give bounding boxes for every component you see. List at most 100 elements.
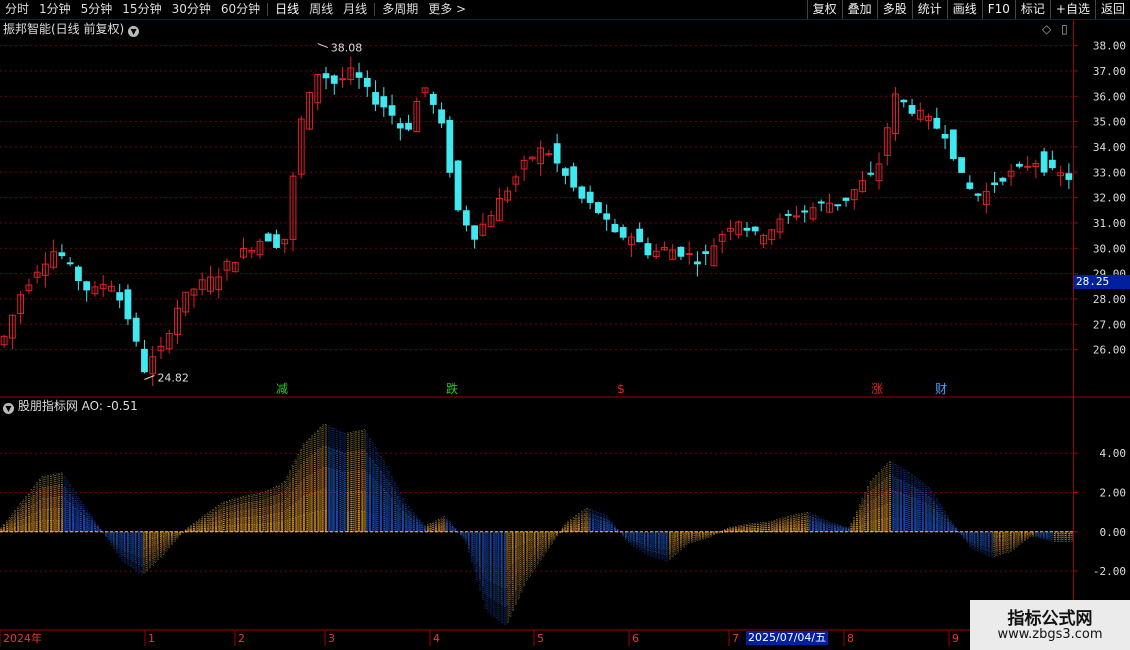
panel-icon[interactable]: ▯ [1061, 22, 1068, 36]
candle-down [116, 292, 124, 301]
tab-period-1[interactable]: 1分钟 [34, 0, 76, 19]
tab-period-6[interactable]: 日线 [270, 0, 304, 19]
candle-down [124, 289, 132, 320]
candle-down [561, 168, 569, 176]
candle-down [132, 317, 140, 342]
tool-button-2[interactable]: 多股 [876, 0, 912, 19]
candle-down [553, 143, 561, 164]
main-tick-label: 27.00 [1093, 318, 1126, 331]
tab-period-7[interactable]: 周线 [304, 0, 338, 19]
tool-button-6[interactable]: 标记 [1014, 0, 1050, 19]
candle-down [471, 225, 478, 240]
candle-down [900, 99, 908, 103]
event-marker: $ [617, 382, 625, 396]
diamond-icon[interactable]: ◇ [1042, 22, 1051, 36]
candle-down [363, 77, 371, 87]
indicator-title: 股朋指标网 AO: -0.51 [17, 399, 138, 413]
cursor-date-badge: 2025/07/04/五 [746, 631, 829, 645]
chevron-down-icon[interactable]: ▼ [128, 26, 140, 37]
ao-bar [151, 531, 154, 566]
ao-bar [1013, 531, 1015, 550]
ao-bar [520, 531, 523, 593]
top-toolbar: 分时 1分钟 5分钟 15分钟 30分钟 60分钟 日线 周线 月线 多周期 更多 > 复权 叠加 多股… [0, 0, 1130, 20]
ao-bar [812, 513, 814, 532]
candle-down [322, 73, 330, 79]
x-tick-label: 6 [632, 632, 639, 645]
ao-bar [113, 531, 115, 550]
stock-title: 振邦智能(日线 前复权) [3, 22, 125, 36]
chevron-down-icon[interactable]: ▼ [3, 403, 14, 414]
tab-period-10[interactable]: 更多 > [423, 0, 471, 19]
ao-bar [105, 531, 107, 538]
tab-period-4[interactable]: 30分钟 [167, 0, 216, 19]
candle-down [784, 213, 792, 216]
ao-bar [704, 531, 707, 539]
tool-button-7[interactable]: +自选 [1049, 0, 1095, 19]
candle-down [1065, 173, 1073, 180]
tool-button-4[interactable]: 画线 [946, 0, 982, 19]
ao-bar [966, 531, 968, 543]
ao-bar [96, 524, 99, 532]
ao-bar [129, 531, 132, 567]
indicator-tick-label: 0.00 [1100, 526, 1127, 539]
ao-bar [636, 531, 638, 549]
tool-button-8[interactable]: 返回 [1094, 0, 1130, 19]
ao-bar [449, 521, 451, 532]
ao-bar [509, 531, 512, 549]
ao-bar [658, 531, 660, 559]
tab-period-9[interactable]: 多周期 [377, 0, 423, 19]
ao-bar [798, 513, 801, 532]
ao-bar [1059, 531, 1062, 542]
x-tick-label: 7 [732, 632, 739, 645]
watermark: 指标公式网 www.zbgs3.com [970, 600, 1130, 650]
ao-bar [1065, 531, 1067, 542]
candle-down [991, 182, 998, 186]
main-tick-label: 34.00 [1093, 141, 1126, 154]
x-tick-label: 2024年 [3, 631, 42, 645]
tool-button-5[interactable]: F10 [981, 0, 1015, 19]
candle-down [636, 228, 644, 243]
main-tick-label: 38.00 [1093, 40, 1126, 53]
candle-down [273, 234, 280, 248]
tool-button-0[interactable]: 复权 [806, 0, 842, 19]
x-tick-label: 2 [238, 632, 245, 645]
ao-bar [677, 531, 679, 553]
candle-down [446, 119, 454, 173]
tab-period-5[interactable]: 60分钟 [216, 0, 265, 19]
stock-chart[interactable]: 38.0037.0036.0035.0034.0033.0032.0031.00… [0, 20, 1130, 650]
candle-down [619, 227, 627, 238]
tab-period-8[interactable]: 月线 [338, 0, 372, 19]
main-tick-label: 36.00 [1093, 90, 1126, 103]
ao-bar [410, 509, 413, 532]
ao-bar [352, 431, 355, 532]
watermark-title: 指标公式网 [1007, 609, 1093, 629]
candle-down [429, 93, 437, 105]
indicator-header: ▼ 股朋指标网 AO: -0.51 [3, 398, 138, 414]
ao-bar [479, 531, 481, 591]
candle-down [694, 261, 701, 265]
ao-bar [162, 531, 165, 555]
main-tick-label: 26.00 [1093, 344, 1126, 357]
ao-bar [691, 531, 693, 543]
tab-period-3[interactable]: 15分钟 [117, 0, 166, 19]
tool-button-1[interactable]: 叠加 [841, 0, 877, 19]
tab-period-0[interactable]: 分时 [0, 0, 34, 19]
tab-period-2[interactable]: 5分钟 [76, 0, 118, 19]
ao-bar [394, 481, 396, 532]
candle-down [999, 177, 1007, 182]
ao-bar [1026, 531, 1029, 539]
candle-down [355, 72, 363, 78]
main-tick-label: 31.00 [1093, 217, 1126, 230]
candle-down [908, 105, 916, 114]
ao-bar [856, 510, 858, 532]
candle-down [743, 227, 751, 231]
tool-button-3[interactable]: 统计 [911, 0, 947, 19]
ao-bar [195, 521, 198, 532]
ao-bar [770, 520, 773, 532]
candle-down [834, 204, 842, 207]
ao-bar [173, 531, 176, 542]
main-tick-label: 33.00 [1093, 166, 1126, 179]
candle-down [75, 266, 82, 282]
ao-bar [902, 468, 905, 532]
candle-down [58, 252, 66, 257]
